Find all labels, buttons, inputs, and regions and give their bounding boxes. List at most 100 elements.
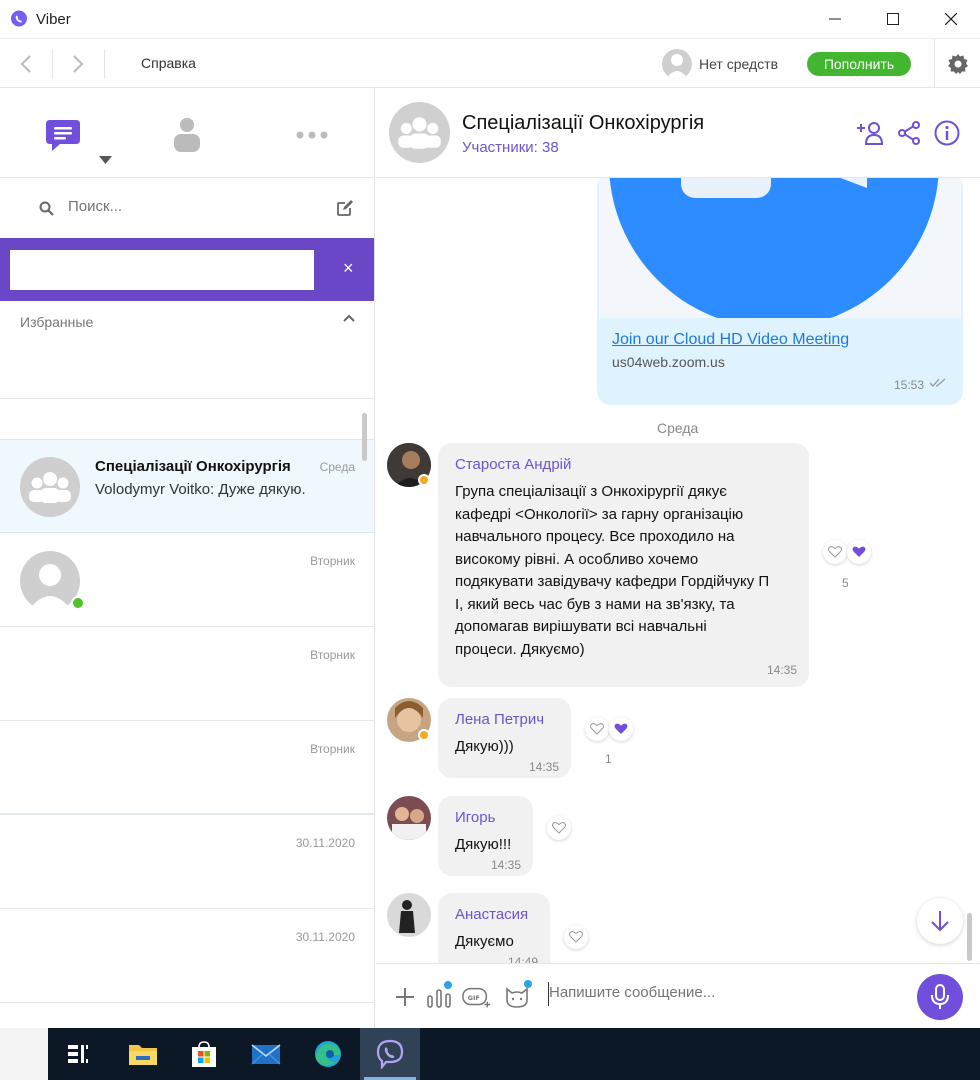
message-bubble[interactable]: Игорь Дякую!!! 14:35 — [438, 796, 533, 876]
chat-item-oncosurgery[interactable]: Спеціалізації Онкохірургія Среда Volodym… — [0, 440, 374, 533]
chat-list-panel: × Избранные Спеціалізації Онкохірургія С… — [0, 88, 375, 1028]
info-button[interactable] — [932, 118, 962, 148]
notification-banner: × — [0, 238, 374, 301]
gif-button[interactable]: GIF — [462, 982, 492, 1012]
chat-list-scrollbar[interactable] — [362, 413, 367, 461]
chat-bubble-icon — [46, 120, 80, 151]
mail-icon — [251, 1044, 281, 1065]
task-view-button[interactable] — [48, 1028, 108, 1080]
message-time: 14:49 — [507, 955, 538, 963]
taskbar-search-box[interactable] — [0, 1028, 48, 1080]
message-time: 14:35 — [490, 858, 521, 872]
message-bubble[interactable]: Лена Петрич Дякую))) 14:35 — [438, 698, 571, 778]
chat-item-time: 30.11.2020 — [295, 836, 355, 850]
tab-chats[interactable] — [38, 110, 88, 160]
avatar-photo — [387, 796, 431, 840]
chat-item-name: Спеціалізації Онкохірургія — [95, 458, 291, 475]
chevron-up-icon[interactable] — [343, 314, 355, 322]
likes-reaction[interactable] — [609, 717, 633, 741]
message-time: 14:35 — [528, 760, 559, 774]
admin-badge — [418, 474, 430, 486]
message-composer: GIF — [376, 963, 980, 1028]
file-explorer-button[interactable] — [113, 1028, 173, 1080]
forward-button[interactable] — [52, 39, 104, 89]
read-ticks-icon — [929, 378, 946, 387]
add-user-icon — [857, 122, 884, 145]
scroll-to-bottom-button[interactable] — [917, 898, 963, 944]
zoom-logo-icon — [609, 178, 939, 318]
message-time: 15:53 — [893, 378, 924, 392]
window-controls — [806, 0, 980, 38]
svg-text:GIF: GIF — [468, 994, 480, 1002]
message-bubble[interactable]: Староста Андрій Група спеціалізації з Он… — [438, 443, 809, 687]
mail-button[interactable] — [236, 1028, 296, 1080]
like-button[interactable] — [547, 816, 571, 840]
group-avatar[interactable] — [389, 102, 450, 163]
members-count[interactable]: Участники: 38 — [462, 139, 559, 156]
gear-icon — [947, 54, 968, 74]
person-icon — [174, 118, 200, 152]
sticker-cat-icon — [506, 987, 528, 1008]
account-avatar[interactable] — [662, 49, 692, 79]
banner-content — [10, 250, 314, 290]
voice-note-button[interactable] — [424, 981, 454, 1012]
compose-icon[interactable] — [336, 199, 354, 217]
attach-button[interactable] — [390, 982, 420, 1012]
favorites-label: Избранные — [20, 314, 94, 330]
folder-icon — [129, 1045, 157, 1065]
back-button[interactable] — [0, 39, 52, 89]
tab-more[interactable] — [287, 110, 337, 160]
close-window-button[interactable] — [922, 0, 980, 38]
likes-reaction[interactable] — [847, 540, 871, 564]
new-indicator — [524, 980, 532, 988]
message-text: Дякую))) — [455, 738, 514, 755]
help-menu[interactable]: Справка — [141, 55, 196, 71]
caret-down-icon[interactable] — [99, 156, 112, 164]
heart-outline-icon — [828, 546, 842, 558]
sticker-button[interactable] — [502, 980, 532, 1012]
heart-filled-icon — [852, 546, 866, 557]
message-input[interactable] — [549, 984, 909, 1001]
chat-item-time: Вторник — [310, 648, 355, 662]
share-button[interactable] — [894, 118, 924, 148]
message-list-scrollbar[interactable] — [967, 913, 972, 961]
chat-item[interactable]: Вторник — [0, 628, 374, 721]
likes-count: 5 — [842, 576, 849, 590]
microphone-icon — [931, 984, 949, 1009]
edge-browser-button[interactable] — [298, 1028, 358, 1080]
chat-item[interactable]: 30.11.2020 — [0, 910, 374, 1003]
minimize-icon — [829, 18, 841, 20]
arrow-down-icon — [931, 911, 949, 932]
maximize-button[interactable] — [864, 0, 922, 38]
chevron-left-icon — [20, 55, 31, 73]
banner-close-button[interactable]: × — [343, 258, 354, 279]
link-preview-message[interactable]: Join our Cloud HD Video Meeting us04web.… — [597, 178, 963, 405]
link-title[interactable]: Join our Cloud HD Video Meeting — [612, 331, 849, 349]
store-button[interactable] — [174, 1028, 234, 1080]
add-participant-button[interactable] — [856, 118, 886, 148]
plus-icon — [396, 988, 414, 1006]
heart-outline-icon — [590, 723, 604, 735]
edge-icon — [315, 1041, 341, 1067]
top-navbar: Справка Нет средств Пополнить — [0, 38, 980, 89]
sidebar-tabs — [0, 88, 374, 178]
chat-item[interactable]: Вторник — [0, 534, 374, 627]
chat-item[interactable]: Вторник — [0, 722, 374, 815]
avatar-photo — [387, 893, 431, 937]
like-button[interactable] — [823, 540, 847, 564]
viber-taskbar-button[interactable] — [360, 1028, 420, 1080]
message-bubble[interactable]: Анастасия Дякуємо 14:49 — [438, 893, 550, 963]
like-button[interactable] — [585, 717, 609, 741]
chat-item[interactable]: 30.11.2020 — [0, 816, 374, 909]
minimize-button[interactable] — [806, 0, 864, 38]
tab-contacts[interactable] — [162, 110, 212, 160]
voice-message-button[interactable] — [917, 974, 963, 1020]
settings-button[interactable] — [934, 39, 980, 89]
person-icon — [666, 54, 688, 79]
search-input[interactable] — [68, 198, 308, 215]
avatar[interactable] — [387, 893, 431, 937]
topup-button[interactable]: Пополнить — [807, 52, 911, 76]
avatar[interactable] — [387, 796, 431, 840]
like-button[interactable] — [564, 925, 588, 949]
task-view-icon — [68, 1045, 88, 1063]
